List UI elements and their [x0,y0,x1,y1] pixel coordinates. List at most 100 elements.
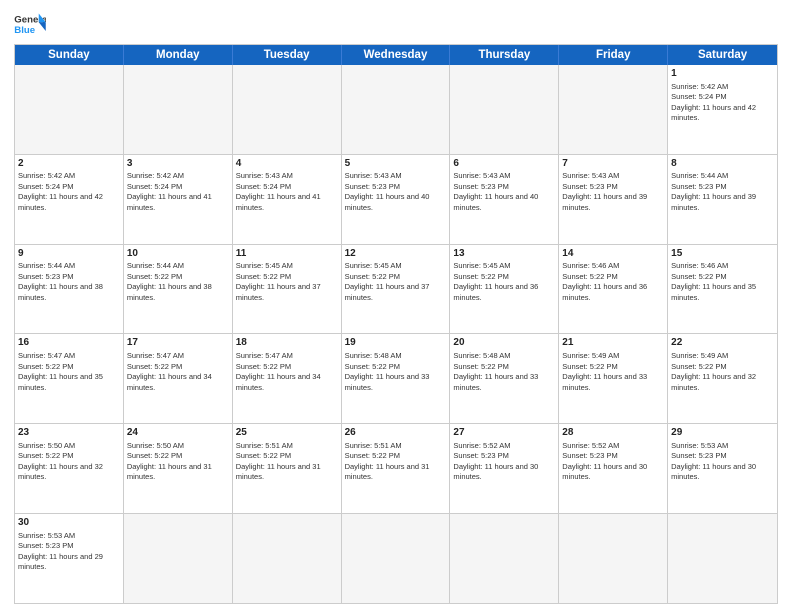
cell-sunset: Sunset: 5:23 PM [562,182,617,191]
empty-cell [342,514,451,603]
empty-cell [233,65,342,154]
cell-daylight: Daylight: 11 hours and 37 minutes. [345,282,430,302]
cell-sunset: Sunset: 5:24 PM [18,182,73,191]
day-number: 7 [562,157,664,171]
header-day-tuesday: Tuesday [233,45,342,65]
cell-daylight: Daylight: 11 hours and 31 minutes. [345,462,430,482]
cell-sunrise: Sunrise: 5:44 AM [18,261,75,270]
day-number: 3 [127,157,229,171]
calendar-day-10: 10Sunrise: 5:44 AMSunset: 5:22 PMDayligh… [124,245,233,334]
day-number: 9 [18,247,120,261]
calendar-week-3: 16Sunrise: 5:47 AMSunset: 5:22 PMDayligh… [15,333,777,423]
calendar-day-8: 8Sunrise: 5:44 AMSunset: 5:23 PMDaylight… [668,155,777,244]
header-day-sunday: Sunday [15,45,124,65]
cell-sunset: Sunset: 5:22 PM [453,272,508,281]
calendar-day-20: 20Sunrise: 5:48 AMSunset: 5:22 PMDayligh… [450,334,559,423]
empty-cell [124,65,233,154]
cell-sunrise: Sunrise: 5:42 AM [127,171,184,180]
cell-sunrise: Sunrise: 5:44 AM [671,171,728,180]
calendar-day-4: 4Sunrise: 5:43 AMSunset: 5:24 PMDaylight… [233,155,342,244]
cell-daylight: Daylight: 11 hours and 33 minutes. [453,372,538,392]
day-number: 4 [236,157,338,171]
day-number: 25 [236,426,338,440]
cell-sunrise: Sunrise: 5:51 AM [236,441,293,450]
calendar-week-5: 30Sunrise: 5:53 AMSunset: 5:23 PMDayligh… [15,513,777,603]
calendar-day-26: 26Sunrise: 5:51 AMSunset: 5:22 PMDayligh… [342,424,451,513]
cell-sunrise: Sunrise: 5:45 AM [453,261,510,270]
cell-daylight: Daylight: 11 hours and 30 minutes. [453,462,538,482]
calendar: SundayMondayTuesdayWednesdayThursdayFrid… [14,44,778,604]
cell-daylight: Daylight: 11 hours and 39 minutes. [671,192,756,212]
calendar-day-14: 14Sunrise: 5:46 AMSunset: 5:22 PMDayligh… [559,245,668,334]
cell-sunrise: Sunrise: 5:52 AM [453,441,510,450]
svg-text:Blue: Blue [14,25,35,36]
cell-sunset: Sunset: 5:22 PM [562,362,617,371]
cell-sunset: Sunset: 5:23 PM [453,182,508,191]
header-day-monday: Monday [124,45,233,65]
cell-daylight: Daylight: 11 hours and 38 minutes. [18,282,103,302]
cell-sunset: Sunset: 5:23 PM [18,541,73,550]
cell-daylight: Daylight: 11 hours and 41 minutes. [127,192,212,212]
cell-sunset: Sunset: 5:22 PM [345,272,400,281]
calendar-day-6: 6Sunrise: 5:43 AMSunset: 5:23 PMDaylight… [450,155,559,244]
cell-sunrise: Sunrise: 5:47 AM [127,351,184,360]
cell-sunset: Sunset: 5:22 PM [236,272,291,281]
day-number: 21 [562,336,664,350]
day-number: 5 [345,157,447,171]
empty-cell [559,65,668,154]
day-number: 20 [453,336,555,350]
calendar-week-0: 1Sunrise: 5:42 AMSunset: 5:24 PMDaylight… [15,65,777,154]
cell-daylight: Daylight: 11 hours and 41 minutes. [236,192,321,212]
cell-sunset: Sunset: 5:22 PM [18,451,73,460]
calendar-day-27: 27Sunrise: 5:52 AMSunset: 5:23 PMDayligh… [450,424,559,513]
cell-sunrise: Sunrise: 5:48 AM [453,351,510,360]
cell-sunrise: Sunrise: 5:53 AM [671,441,728,450]
cell-sunset: Sunset: 5:23 PM [18,272,73,281]
cell-sunrise: Sunrise: 5:47 AM [236,351,293,360]
cell-daylight: Daylight: 11 hours and 37 minutes. [236,282,321,302]
calendar-day-17: 17Sunrise: 5:47 AMSunset: 5:22 PMDayligh… [124,334,233,423]
calendar-week-2: 9Sunrise: 5:44 AMSunset: 5:23 PMDaylight… [15,244,777,334]
cell-daylight: Daylight: 11 hours and 36 minutes. [562,282,647,302]
day-number: 11 [236,247,338,261]
header: General Blue [14,10,778,38]
cell-sunrise: Sunrise: 5:42 AM [671,82,728,91]
cell-daylight: Daylight: 11 hours and 35 minutes. [671,282,756,302]
cell-daylight: Daylight: 11 hours and 42 minutes. [18,192,103,212]
cell-daylight: Daylight: 11 hours and 40 minutes. [453,192,538,212]
cell-sunrise: Sunrise: 5:51 AM [345,441,402,450]
day-number: 22 [671,336,774,350]
cell-sunset: Sunset: 5:23 PM [453,451,508,460]
calendar-day-16: 16Sunrise: 5:47 AMSunset: 5:22 PMDayligh… [15,334,124,423]
calendar-day-28: 28Sunrise: 5:52 AMSunset: 5:23 PMDayligh… [559,424,668,513]
empty-cell [233,514,342,603]
day-number: 12 [345,247,447,261]
cell-sunset: Sunset: 5:24 PM [127,182,182,191]
cell-daylight: Daylight: 11 hours and 30 minutes. [671,462,756,482]
day-number: 15 [671,247,774,261]
calendar-day-2: 2Sunrise: 5:42 AMSunset: 5:24 PMDaylight… [15,155,124,244]
cell-daylight: Daylight: 11 hours and 30 minutes. [562,462,647,482]
cell-daylight: Daylight: 11 hours and 31 minutes. [236,462,321,482]
calendar-day-11: 11Sunrise: 5:45 AMSunset: 5:22 PMDayligh… [233,245,342,334]
day-number: 30 [18,516,120,530]
cell-sunset: Sunset: 5:22 PM [671,272,726,281]
cell-sunrise: Sunrise: 5:46 AM [562,261,619,270]
cell-sunrise: Sunrise: 5:43 AM [562,171,619,180]
logo: General Blue [14,10,46,38]
cell-sunrise: Sunrise: 5:48 AM [345,351,402,360]
cell-sunset: Sunset: 5:22 PM [345,451,400,460]
day-number: 24 [127,426,229,440]
cell-daylight: Daylight: 11 hours and 33 minutes. [562,372,647,392]
cell-daylight: Daylight: 11 hours and 39 minutes. [562,192,647,212]
cell-sunset: Sunset: 5:23 PM [345,182,400,191]
cell-daylight: Daylight: 11 hours and 40 minutes. [345,192,430,212]
day-number: 1 [671,67,774,81]
cell-sunset: Sunset: 5:22 PM [18,362,73,371]
cell-daylight: Daylight: 11 hours and 33 minutes. [345,372,430,392]
calendar-day-25: 25Sunrise: 5:51 AMSunset: 5:22 PMDayligh… [233,424,342,513]
header-day-friday: Friday [559,45,668,65]
empty-cell [450,65,559,154]
header-day-wednesday: Wednesday [342,45,451,65]
calendar-week-1: 2Sunrise: 5:42 AMSunset: 5:24 PMDaylight… [15,154,777,244]
